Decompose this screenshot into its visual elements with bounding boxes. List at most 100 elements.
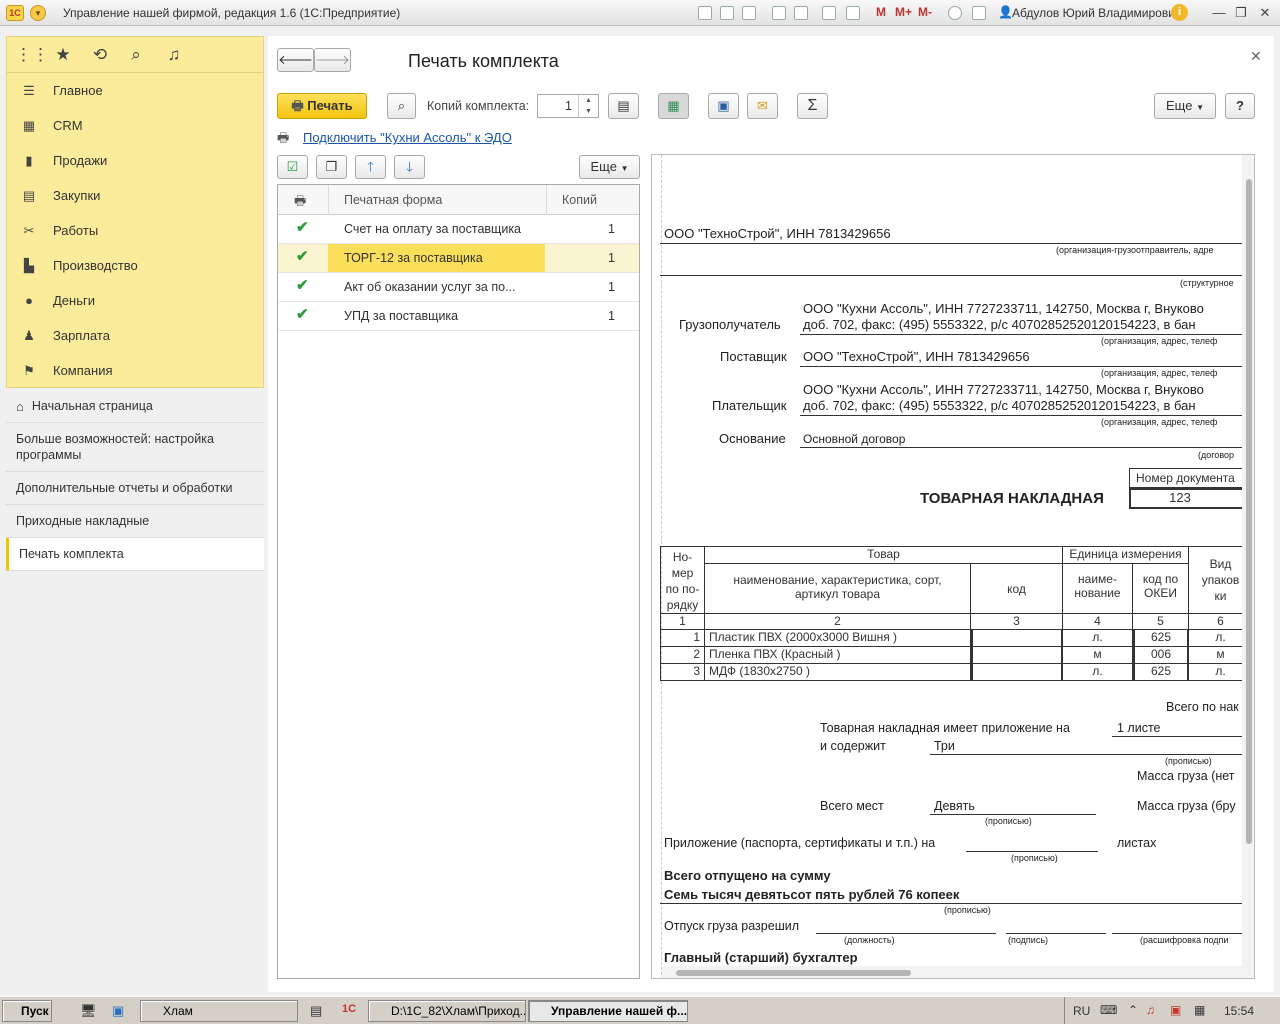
info-icon[interactable]: i (1171, 4, 1188, 21)
taskbar-item-folder[interactable]: Хлам (140, 1000, 298, 1022)
section-item[interactable]: ▙ Производство (19, 248, 259, 283)
row-checkbox[interactable]: ✔ (296, 220, 310, 236)
preview-button[interactable]: ⌕ (387, 93, 416, 119)
goods-cell: м (1063, 647, 1133, 664)
section-item[interactable]: ♟ Зарплата (19, 318, 259, 353)
nav-home[interactable]: ⌂ Начальная страница (6, 390, 264, 423)
copies-spinner[interactable]: ▲ ▼ (578, 95, 598, 117)
close-window-button[interactable]: ✕ (1254, 4, 1276, 22)
zoom-icon[interactable] (948, 6, 962, 20)
apps-grid-icon[interactable]: ⋮⋮ (15, 45, 49, 65)
column-header-copies[interactable]: Копий (562, 193, 597, 207)
nav-extra-reports[interactable]: Дополнительные отчеты и обработки (6, 472, 264, 505)
table-row[interactable]: ✔ ТОРГ-12 за поставщика 1 (278, 244, 639, 273)
table-header: 🖶 Печатная форма Копий (278, 185, 639, 215)
email-button[interactable]: ✉ (747, 93, 778, 119)
notepad-icon[interactable]: ▤ (310, 1003, 322, 1019)
close-form-icon[interactable]: ✕ (1250, 48, 1262, 65)
vertical-scroll-thumb[interactable] (1246, 179, 1252, 844)
tray-expand-icon[interactable]: ⌃ (1128, 1003, 1138, 1017)
restore-button[interactable]: ❐ (1230, 4, 1252, 22)
taskbar-item-onec[interactable]: Управление нашей ф... (528, 1000, 688, 1022)
horizontal-scrollbar[interactable] (662, 966, 1242, 978)
calculator-icon[interactable] (822, 6, 836, 20)
tray-app-icon[interactable]: ▦ (1194, 1003, 1205, 1017)
section-item[interactable]: ▤ Закупки (19, 178, 259, 213)
nav-more-features[interactable]: Больше возможностей: настройка программы (6, 423, 264, 472)
edit-button[interactable]: ▦ (658, 93, 689, 119)
more-button[interactable]: Еще ▼ (1154, 93, 1216, 119)
back-button[interactable]: 🡐 (277, 48, 314, 72)
section-item[interactable]: ● Деньги (19, 283, 259, 318)
nav-label: Печать комплекта (19, 547, 124, 561)
row-copies[interactable]: 1 (608, 273, 615, 301)
row-checkbox[interactable]: ✔ (296, 278, 310, 294)
main-menu-button[interactable]: ▾ (30, 5, 46, 21)
caption: (организация-грузоотправитель, адре (1056, 245, 1214, 255)
language-indicator[interactable]: RU (1073, 1004, 1090, 1018)
section-item[interactable]: ▮ Продажи (19, 143, 259, 178)
table-row[interactable]: ✔ УПД за поставщика 1 (278, 302, 639, 331)
check-all-button[interactable]: ☑ (277, 155, 308, 179)
section-label: Главное (53, 83, 103, 98)
move-down-button[interactable]: 🡓 (394, 155, 425, 179)
nav-print-set[interactable]: Печать комплекта (6, 538, 264, 571)
keyboard-icon[interactable]: ⌨ (1100, 1003, 1117, 1017)
panels-icon[interactable] (972, 6, 986, 20)
print-button[interactable]: 🖶 Печать (277, 93, 367, 119)
horizontal-scroll-thumb[interactable] (676, 970, 911, 976)
document-preview[interactable]: ООО "ТехноСтрой", ИНН 7813429656 (органи… (651, 154, 1255, 979)
goods-cell: л. (1063, 664, 1133, 681)
move-up-button[interactable]: 🡑 (355, 155, 386, 179)
network-icon[interactable]: ▣ (1170, 1003, 1181, 1017)
start-button[interactable]: Пуск (2, 1000, 52, 1022)
row-copies[interactable]: 1 (608, 244, 615, 272)
row-copies[interactable]: 1 (608, 215, 615, 243)
download-icon[interactable] (794, 6, 808, 20)
table-row[interactable]: ✔ Счет на оплату за поставщика 1 (278, 215, 639, 244)
vertical-scrollbar[interactable] (1242, 155, 1254, 978)
section-item[interactable]: ✂ Работы (19, 213, 259, 248)
memory-minus-button[interactable]: M- (918, 5, 932, 19)
section-item[interactable]: ☰ Главное (19, 73, 259, 108)
volume-muted-icon[interactable]: ♫ (1146, 1003, 1155, 1017)
favorites-star-icon[interactable]: ★ (53, 45, 73, 65)
column-header-form[interactable]: Печатная форма (344, 193, 442, 207)
table-more-button[interactable]: Еще ▼ (579, 155, 640, 179)
memory-m-button[interactable]: M (876, 5, 886, 19)
calendar-icon[interactable] (846, 6, 860, 20)
notifications-bell-icon[interactable]: ♫ (164, 45, 184, 65)
copies-input[interactable]: 1 ▲ ▼ (537, 94, 599, 118)
copy-button[interactable]: ❐ (316, 155, 347, 179)
help-button[interactable]: ? (1225, 93, 1255, 119)
sum-button[interactable]: Σ (797, 93, 828, 119)
history-icon[interactable]: ⟲ (90, 45, 110, 65)
minimize-button[interactable]: — (1208, 4, 1230, 22)
current-user[interactable]: Абдулов Юрий Владимирович (1012, 6, 1181, 20)
row-checkbox[interactable]: ✔ (296, 307, 310, 323)
taskbar-item-explorer[interactable]: D:\1C_82\Хлам\Приход... (368, 1000, 526, 1022)
nav-incoming-invoices[interactable]: Приходные накладные (6, 505, 264, 538)
section-icon: ⚑ (23, 363, 35, 378)
save-button[interactable]: ▣ (708, 93, 739, 119)
save-icon[interactable] (698, 6, 712, 20)
onec-icon[interactable]: 1С (342, 1003, 356, 1015)
nav-label: Больше возможностей: настройка программы (16, 432, 214, 462)
table-row[interactable]: ✔ Акт об оказании услуг за по... 1 (278, 273, 639, 302)
forward-button[interactable]: 🡒 (314, 48, 351, 72)
upload-icon[interactable] (772, 6, 786, 20)
row-copies[interactable]: 1 (608, 302, 615, 330)
section-item[interactable]: ⚑ Компания (19, 353, 259, 388)
edo-link[interactable]: Подключить "Кухни Ассоль" к ЭДО (303, 130, 512, 145)
search-icon[interactable]: ⌕ (126, 45, 146, 65)
supplier-text: ООО "ТехноСтрой", ИНН 7813429656 (803, 349, 1030, 364)
memory-plus-button[interactable]: M+ (895, 5, 912, 19)
desktop-icon[interactable]: 🖥 (80, 1003, 97, 1019)
print-icon[interactable] (720, 6, 734, 20)
preview-icon[interactable] (742, 6, 756, 20)
settings-button[interactable]: ▤ (608, 93, 639, 119)
row-checkbox[interactable]: ✔ (296, 249, 310, 265)
explorer-icon[interactable]: ▣ (112, 1003, 124, 1019)
section-item[interactable]: ▦ CRM (19, 108, 259, 143)
clock[interactable]: 15:54 (1224, 1004, 1254, 1018)
